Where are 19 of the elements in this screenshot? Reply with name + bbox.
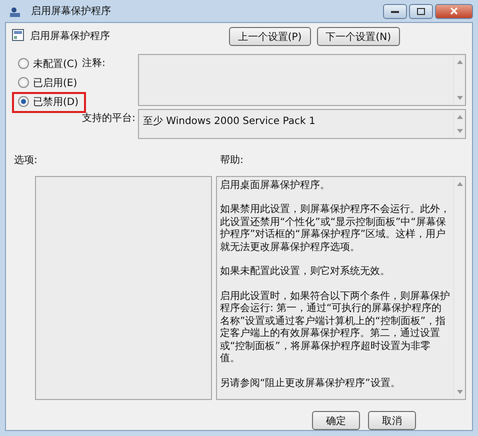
window-title: 启用屏幕保护程序 [31, 4, 112, 18]
platform-label: 支持的平台: [82, 112, 136, 126]
radio-option[interactable]: 已禁用(D) [10, 92, 82, 111]
help-paragraph: 另请参阅“阻止更改屏幕保护程序”设置。 [220, 378, 402, 390]
nav-button[interactable]: 下一个设置(N) [316, 27, 400, 46]
help-label: 帮助: [219, 154, 244, 168]
help-paragraph: 如果禁用此设置，则屏幕保护程序不会运行。此外，此设置还禁用“个性化”或“显示控制面板”中“屏幕保护程序”对话框的“屏幕保护程序”区域。这样，用户就无法更改屏幕保护程序选项。 [220, 204, 450, 254]
setting-title: 启用屏幕保护程序 [30, 30, 111, 43]
help-paragraph: 启用桌面屏幕保护程序。 [220, 180, 331, 192]
help-paragraph: 如果未配置此设置，则它对系统无效。 [220, 266, 391, 278]
dialog-button[interactable]: 取消 [368, 411, 416, 430]
dialog-button[interactable]: 确定 [312, 411, 360, 430]
radio-option[interactable]: 已启用(E) [10, 73, 82, 92]
nav-button[interactable]: 上一个设置(P) [228, 27, 311, 46]
options-label: 选项: [13, 154, 38, 168]
radio-option[interactable]: 未配置(C) [10, 54, 82, 73]
platform-value: 至少 Windows 2000 Service Pack 1 [143, 116, 316, 127]
comment-label: 注释: [82, 56, 106, 71]
help-paragraph: 启用此设置时，如果符合以下两个条件，则屏幕保护程序会运行: 第一，通过“可执行的屏幕保护程序的名称”设置或通过客户端计算机上的“控制面板”，指定客户端上的有效屏幕保护程序。第二，通过设置或“控制面板”，将屏幕保护程序超时设置为非零值。 [220, 290, 450, 366]
